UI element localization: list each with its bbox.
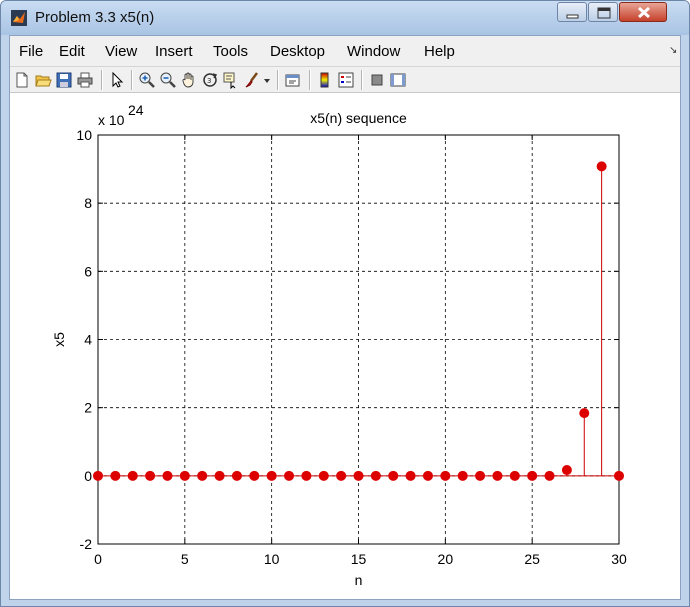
legend-icon[interactable] xyxy=(337,71,355,89)
matlab-logo-icon xyxy=(11,10,27,26)
x-axis-label: n xyxy=(355,572,363,588)
stem-marker xyxy=(388,470,399,481)
exponent-power: 24 xyxy=(128,102,144,118)
stem-marker xyxy=(266,470,277,481)
x-tick-label: 15 xyxy=(351,551,367,567)
data-cursor-icon[interactable] xyxy=(222,71,240,89)
figure-client: File Edit View Insert Tools Desktop Wind… xyxy=(9,35,681,600)
stem-marker xyxy=(127,470,138,481)
exponent-label: x 10 xyxy=(98,112,125,128)
stem-marker xyxy=(318,470,329,481)
menu-window[interactable]: Window xyxy=(347,43,400,60)
y-tick-label: 2 xyxy=(84,400,92,416)
stem-marker xyxy=(336,470,347,481)
menu-bar: File Edit View Insert Tools Desktop Wind… xyxy=(10,36,680,66)
window-title: Problem 3.3 x5(n) xyxy=(35,9,155,26)
stem-marker xyxy=(457,470,468,481)
y-tick-label: 4 xyxy=(84,332,92,348)
figure-canvas[interactable]: 0 5 10 15 20 25 30 -2 0 2 4 6 8 10 x5(n) sequence n x5 x … xyxy=(10,93,680,599)
stem-marker xyxy=(249,470,260,481)
stem-marker xyxy=(492,470,503,481)
menu-file[interactable]: File xyxy=(19,43,43,60)
brush-icon[interactable] xyxy=(243,71,261,89)
zoom-in-icon[interactable] xyxy=(138,71,156,89)
x-tick-label: 20 xyxy=(438,551,454,567)
stem-marker xyxy=(475,470,486,481)
stem-marker xyxy=(110,470,121,481)
menu-desktop[interactable]: Desktop xyxy=(270,43,325,60)
stem-marker xyxy=(214,470,225,481)
stem-marker xyxy=(370,470,381,481)
rotate-3d-icon[interactable]: 3 xyxy=(201,71,219,89)
new-figure-icon[interactable] xyxy=(13,71,31,89)
brush-dropdown-icon[interactable] xyxy=(262,71,272,89)
x-tick-label: 5 xyxy=(181,551,189,567)
stem-marker xyxy=(353,470,364,481)
stem-marker xyxy=(405,470,416,481)
maximize-button[interactable] xyxy=(588,2,618,22)
x-tick-label: 25 xyxy=(524,551,540,567)
pan-hand-icon[interactable] xyxy=(180,71,198,89)
menu-view[interactable]: View xyxy=(105,43,137,60)
stem-marker xyxy=(544,470,555,481)
open-file-icon[interactable] xyxy=(34,71,52,89)
stem-plot[interactable]: 0 5 10 15 20 25 30-20246810x5(n) sequencenx5x … xyxy=(10,93,680,599)
menu-tools[interactable]: Tools xyxy=(213,43,248,60)
maximize-icon xyxy=(597,7,611,19)
zoom-out-icon[interactable] xyxy=(159,71,177,89)
stem-marker xyxy=(579,408,590,419)
stem-marker xyxy=(301,470,312,481)
stem-marker xyxy=(197,470,208,481)
toolbar-separator xyxy=(361,70,363,90)
y-tick-label: 10 xyxy=(76,127,92,143)
stem-marker xyxy=(231,470,242,481)
stem-marker xyxy=(561,465,572,476)
print-icon[interactable] xyxy=(76,71,94,89)
title-bar[interactable]: Problem 3.3 x5(n) xyxy=(1,1,689,35)
show-plot-tools-icon[interactable] xyxy=(389,71,407,89)
hide-plot-tools-icon[interactable] xyxy=(368,71,386,89)
stem-marker xyxy=(179,470,190,481)
stem-marker xyxy=(162,470,173,481)
menu-overflow-icon[interactable]: ↘ xyxy=(669,45,677,56)
stem-marker xyxy=(596,161,607,172)
x-tick-label: 30 xyxy=(611,551,627,567)
stem-marker xyxy=(440,470,451,481)
y-tick-label: 0 xyxy=(84,468,92,484)
stem-marker xyxy=(93,470,103,481)
toolbar-separator xyxy=(131,70,133,90)
figure-toolbar: 3 xyxy=(10,66,680,93)
minimize-icon xyxy=(566,14,579,19)
toolbar-separator xyxy=(277,70,279,90)
x-tick-label: 0 xyxy=(94,551,102,567)
menu-edit[interactable]: Edit xyxy=(59,43,85,60)
stem-marker xyxy=(509,470,520,481)
x-tick-label: 10 xyxy=(264,551,280,567)
chart-title: x5(n) sequence xyxy=(310,110,407,126)
toolbar-separator xyxy=(309,70,311,90)
y-tick-label: -2 xyxy=(80,536,93,552)
stem-marker xyxy=(422,470,433,481)
stem-marker xyxy=(614,470,624,481)
minimize-button[interactable] xyxy=(557,2,587,22)
close-button[interactable] xyxy=(619,2,667,22)
stem-marker xyxy=(527,470,538,481)
stem-marker xyxy=(284,470,295,481)
svg-text:3: 3 xyxy=(207,77,211,85)
y-tick-label: 6 xyxy=(84,263,92,279)
menu-help[interactable]: Help xyxy=(424,43,455,60)
close-icon xyxy=(637,6,651,19)
stem-marker xyxy=(145,470,156,481)
link-plot-icon[interactable] xyxy=(284,71,302,89)
toolbar-separator xyxy=(101,70,103,90)
edit-plot-arrow-icon[interactable] xyxy=(108,71,126,89)
menu-insert[interactable]: Insert xyxy=(155,43,193,60)
y-axis-label: x5 xyxy=(51,332,67,347)
figure-window: Problem 3.3 x5(n) File Edit View Insert … xyxy=(0,0,690,607)
save-icon[interactable] xyxy=(55,71,73,89)
colorbar-icon[interactable] xyxy=(316,71,334,89)
y-tick-label: 8 xyxy=(84,195,92,211)
